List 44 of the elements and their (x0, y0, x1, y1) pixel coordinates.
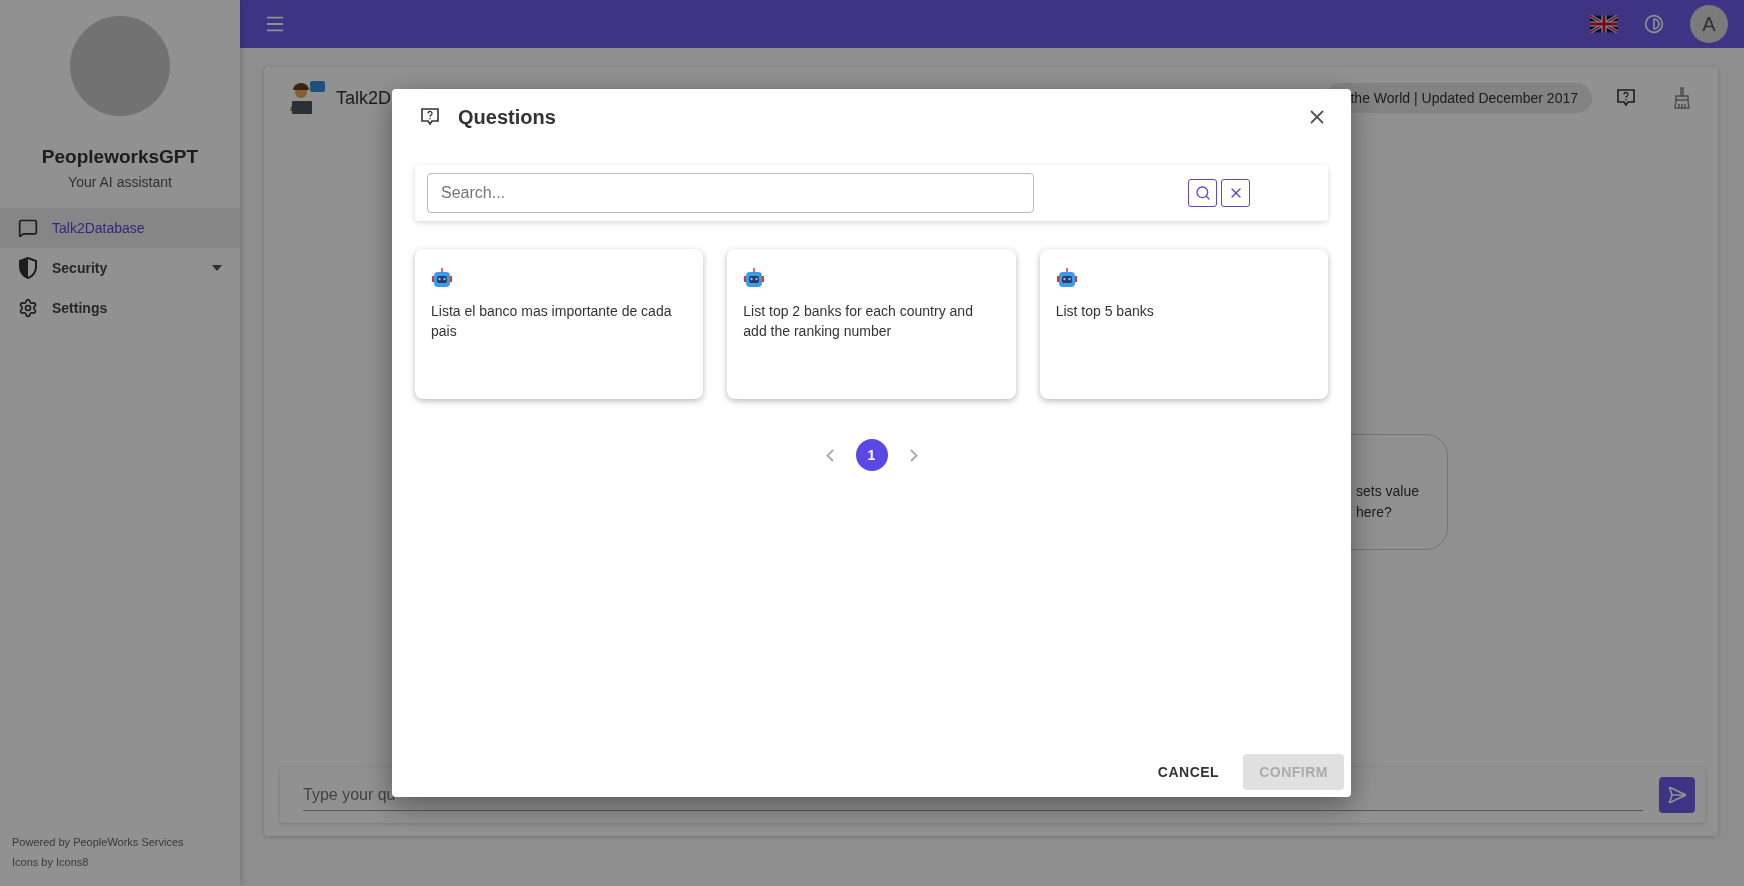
search-icon (1194, 185, 1211, 201)
cancel-button[interactable]: CANCEL (1141, 754, 1236, 790)
chevron-right-icon (909, 448, 918, 462)
brand-name: PeopleworksGPT (40, 146, 200, 168)
question-card[interactable]: List top 5 banks (1039, 249, 1328, 399)
nav-label: Talk2Database (52, 220, 146, 236)
message-text: sets value (1356, 482, 1421, 501)
flag-icon[interactable] (1590, 15, 1618, 33)
robot-icon (743, 267, 766, 289)
search-field[interactable]: Search... (427, 173, 1034, 213)
chat-icon (18, 218, 38, 238)
help-button[interactable] (1616, 88, 1636, 108)
nav-label: Settings (52, 300, 109, 316)
user-avatar[interactable]: A (1690, 5, 1728, 43)
page-title: Talk2D (336, 87, 392, 109)
contrast-icon[interactable] (1644, 14, 1664, 34)
nav-label: Security (52, 260, 109, 276)
settings-icon (18, 298, 38, 318)
footer-text: Icons by Icons8 (12, 855, 90, 870)
next-page-button[interactable] (909, 448, 918, 462)
question-text: Lista el banco mas importante de cada pais (431, 302, 673, 341)
nav-item[interactable]: Talk2Database (0, 208, 240, 248)
dialog-title: Questions (458, 105, 557, 129)
previous-page-button[interactable] (825, 448, 834, 462)
question-text: List top 2 banks for each country and add the ranking number (743, 302, 974, 341)
nav-item[interactable]: Security (0, 248, 240, 288)
search-button[interactable] (1188, 179, 1217, 207)
footer-text: Powered by PeopleWorks Services (12, 835, 185, 850)
chevron-left-icon (825, 448, 834, 462)
robot-icon (431, 267, 453, 289)
person-laptop-icon (288, 81, 326, 115)
robot-icon (1055, 267, 1078, 289)
clear-button[interactable] (1221, 179, 1250, 207)
message-text: here? (1356, 503, 1393, 522)
send-icon (1667, 785, 1687, 805)
page-button[interactable]: 1 (855, 439, 888, 471)
shield-icon (18, 257, 38, 279)
question-chat-icon (420, 107, 440, 127)
question-card[interactable]: List top 2 banks for each country and add the ranking number (727, 249, 1016, 399)
brand-tagline: Your AI assistant (67, 174, 173, 190)
question-text: List top 5 banks (1055, 302, 1155, 321)
question-card[interactable]: Lista el banco mas importante de cada pais (415, 249, 704, 399)
send-button[interactable] (1659, 777, 1695, 813)
nav-item[interactable]: Settings (0, 288, 240, 328)
